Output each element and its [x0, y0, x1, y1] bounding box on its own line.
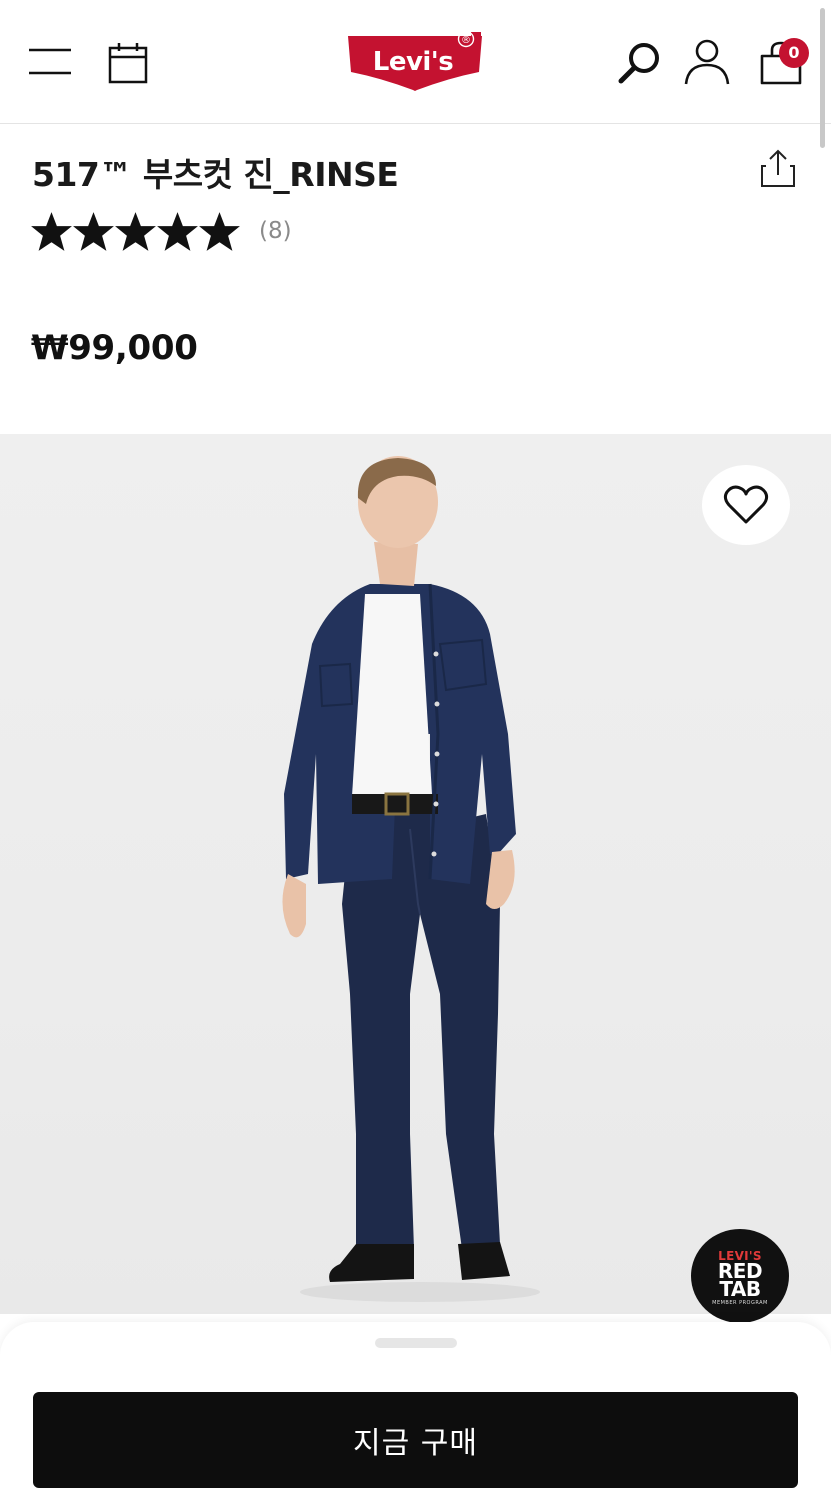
- star-icon: [31, 211, 72, 251]
- wishlist-button[interactable]: [702, 465, 790, 545]
- rating-stars: [30, 210, 240, 253]
- star-icon: [115, 211, 156, 251]
- red-tab-word-tab: TAB: [719, 1277, 761, 1301]
- sheet-drag-handle[interactable]: [375, 1338, 457, 1348]
- logo-text: Levi's: [373, 47, 454, 77]
- buy-now-button[interactable]: 지금 구매: [33, 1392, 798, 1488]
- registered-mark: ®: [461, 35, 471, 46]
- top-header: Levi's ® 0: [0, 0, 831, 124]
- heart-icon: [723, 485, 769, 524]
- model-photo: [282, 456, 540, 1302]
- calendar-icon[interactable]: [108, 42, 148, 84]
- star-icon: [157, 211, 198, 251]
- star-icon: [199, 211, 240, 251]
- levis-logo[interactable]: Levi's ®: [345, 28, 485, 94]
- account-icon[interactable]: [682, 38, 732, 86]
- product-rating[interactable]: (8): [30, 208, 292, 254]
- product-price: ₩99,000: [31, 328, 198, 368]
- purchase-bottom-sheet: 지금 구매: [0, 1322, 831, 1500]
- product-image[interactable]: [0, 434, 831, 1314]
- search-icon[interactable]: [616, 40, 664, 86]
- share-icon[interactable]: [758, 148, 798, 190]
- red-tab-member-badge[interactable]: LEVI'S RED TAB MEMBER PROGRAM: [691, 1229, 789, 1323]
- review-count[interactable]: (8): [259, 218, 292, 244]
- scrollbar[interactable]: [820, 8, 825, 148]
- cart-count-badge: 0: [779, 38, 809, 68]
- star-icon: [73, 211, 114, 251]
- product-title: 517™ 부츠컷 진_RINSE: [32, 155, 399, 194]
- menu-icon[interactable]: [28, 44, 72, 78]
- red-tab-subtitle: MEMBER PROGRAM: [712, 1300, 768, 1306]
